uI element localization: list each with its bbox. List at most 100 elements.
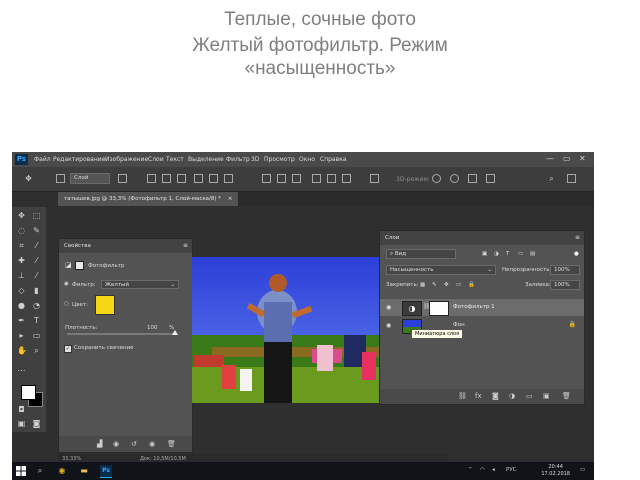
layer-filter-kind-dropdown[interactable]: ⌕ Вид — [386, 249, 456, 259]
transform-controls-checkbox[interactable] — [118, 174, 127, 183]
path-select-tool[interactable]: ▸ — [17, 331, 26, 340]
close-icon[interactable]: ✕ — [579, 154, 586, 163]
history-brush-tool[interactable]: ⁄ — [32, 271, 41, 280]
layer-select-dropdown[interactable]: Слой — [70, 173, 110, 184]
menu-type[interactable]: Текст — [166, 156, 184, 163]
density-slider[interactable] — [67, 330, 178, 335]
move-tool[interactable]: ✥ — [17, 211, 26, 220]
align-right-icon[interactable] — [224, 174, 233, 183]
distribute-vcenter-icon[interactable] — [277, 174, 286, 183]
more-tools-icon[interactable]: … — [17, 364, 26, 373]
notifications-icon[interactable]: ▭ — [580, 467, 585, 473]
maximize-icon[interactable]: ▭ — [563, 154, 571, 163]
eyedropper-tool[interactable]: ⁄ — [32, 241, 41, 250]
lock-all-icon[interactable]: 🔒 — [468, 282, 475, 288]
filter-type-icon[interactable]: T — [506, 251, 509, 257]
rectangle-tool[interactable]: ▭ — [32, 331, 41, 340]
foreground-color-swatch[interactable] — [21, 385, 36, 400]
reset-icon[interactable]: ↺ — [131, 440, 137, 448]
clip-to-layer-icon[interactable]: ▟ — [97, 440, 102, 448]
windows-start-icon[interactable] — [16, 466, 26, 476]
layer-mask-thumbnail[interactable] — [429, 301, 449, 316]
add-mask-icon[interactable]: ◙ — [492, 392, 499, 400]
minimize-icon[interactable]: — — [546, 154, 554, 163]
filter-shape-icon[interactable]: ▭ — [518, 251, 523, 257]
menu-layers[interactable]: Слои — [148, 156, 164, 163]
blend-mode-dropdown[interactable]: Насыщенность ⌄ — [386, 265, 496, 275]
menu-window[interactable]: Окно — [299, 156, 315, 163]
auto-select-checkbox[interactable] — [56, 174, 65, 183]
3d-pan-icon[interactable] — [468, 174, 477, 183]
language-indicator[interactable]: РУС — [506, 467, 517, 473]
move-tool-icon[interactable]: ✥ — [24, 174, 33, 183]
distribute-hcenter-icon[interactable] — [327, 174, 336, 183]
preserve-luminosity-checkbox[interactable]: ✓ — [64, 345, 72, 353]
brush-tool[interactable]: ⁄ — [32, 256, 41, 265]
opacity-field[interactable]: 100% — [550, 265, 580, 275]
link-layers-icon[interactable]: ⛓ — [458, 392, 467, 400]
healing-brush-tool[interactable]: ✚ — [17, 256, 26, 265]
lock-image-icon[interactable]: ✎ — [432, 282, 437, 288]
search-icon[interactable]: ⌕ — [34, 465, 46, 477]
align-top-icon[interactable] — [147, 174, 156, 183]
document-tab[interactable]: татышев.jpg @ 33,3% (Фотофильтр 1, Слой-… — [58, 192, 239, 206]
quick-select-tool[interactable]: ✎ — [32, 226, 41, 235]
lock-position-icon[interactable]: ✥ — [444, 282, 449, 288]
filter-adjustment-icon[interactable]: ◑ — [494, 251, 499, 257]
new-layer-icon[interactable]: ▣ — [543, 392, 550, 400]
distribute-bottom-icon[interactable] — [292, 174, 301, 183]
menu-edit[interactable]: Редактирование — [53, 156, 105, 163]
adjustment-layer-icon[interactable]: ◑ — [509, 392, 515, 400]
color-radio[interactable]: ○ — [64, 301, 69, 307]
filter-toggle-icon[interactable]: ● — [574, 251, 579, 257]
pen-tool[interactable]: ✒ — [17, 316, 26, 325]
filter-radio[interactable]: ◉ — [64, 281, 69, 287]
volume-icon[interactable]: ◂ — [492, 467, 495, 473]
lock-transparency-icon[interactable]: ▦ — [420, 282, 425, 288]
align-hcenter-icon[interactable] — [209, 174, 218, 183]
mask-icon[interactable] — [75, 261, 84, 270]
adjustment-layer-thumbnail[interactable]: ◑ — [402, 301, 422, 316]
clone-stamp-tool[interactable]: ⊥ — [17, 271, 26, 280]
hand-tool[interactable]: ✋ — [17, 346, 27, 355]
menu-help[interactable]: Справка — [320, 156, 346, 163]
filter-smart-object-icon[interactable]: ▤ — [530, 251, 535, 257]
panel-menu-icon[interactable]: ≡ — [575, 234, 580, 241]
menu-image[interactable]: Изображение — [105, 156, 148, 163]
marquee-tool[interactable]: ⬚ — [32, 211, 41, 220]
chrome-icon[interactable]: ◉ — [56, 465, 68, 477]
filter-pixel-icon[interactable]: ▣ — [482, 251, 487, 257]
menu-filter[interactable]: Фильтр — [226, 156, 250, 163]
3d-roll-icon[interactable] — [450, 174, 459, 183]
layer-style-icon[interactable]: fx — [475, 392, 482, 400]
layer-row-photo-filter[interactable]: ◉ ◑ ⛓ Фотофильтр 1 — [380, 299, 584, 316]
visibility-eye-icon[interactable]: ◉ — [149, 440, 155, 448]
visibility-eye-icon[interactable]: ◉ — [386, 322, 391, 329]
lasso-tool[interactable]: ◌ — [17, 226, 26, 235]
filter-dropdown[interactable]: Желтый ⌄ — [101, 280, 179, 289]
document-tab-close-icon[interactable]: × — [228, 196, 233, 202]
distribute-top-icon[interactable] — [262, 174, 271, 183]
network-icon[interactable]: ⌃ — [468, 467, 473, 473]
dodge-tool[interactable]: ◔ — [32, 301, 41, 310]
align-vcenter-icon[interactable] — [162, 174, 171, 183]
visibility-eye-icon[interactable]: ◉ — [386, 304, 391, 311]
menu-file[interactable]: Файл — [34, 156, 51, 163]
explorer-icon[interactable]: ▬ — [78, 465, 90, 477]
lock-artboard-icon[interactable]: ▭ — [456, 282, 461, 288]
density-value[interactable]: 100 — [147, 325, 158, 331]
group-folder-icon[interactable]: ▭ — [526, 392, 533, 400]
density-slider-thumb[interactable] — [172, 330, 178, 335]
eraser-tool[interactable]: ◇ — [17, 286, 26, 295]
gradient-tool[interactable]: ▮ — [32, 286, 41, 295]
wifi-icon[interactable]: ◠ — [480, 467, 485, 473]
quick-mask-icon[interactable]: ◘ — [17, 405, 26, 414]
type-tool[interactable]: T — [32, 316, 41, 325]
3d-orbit-icon[interactable] — [432, 174, 441, 183]
distribute-left-icon[interactable] — [312, 174, 321, 183]
trash-icon[interactable]: 🗑 — [562, 392, 571, 400]
panel-menu-icon[interactable]: ≡ — [183, 242, 188, 249]
blur-tool[interactable]: ● — [17, 301, 26, 310]
align-bottom-icon[interactable] — [177, 174, 186, 183]
photoshop-taskbar-icon[interactable]: Ps — [100, 465, 112, 478]
